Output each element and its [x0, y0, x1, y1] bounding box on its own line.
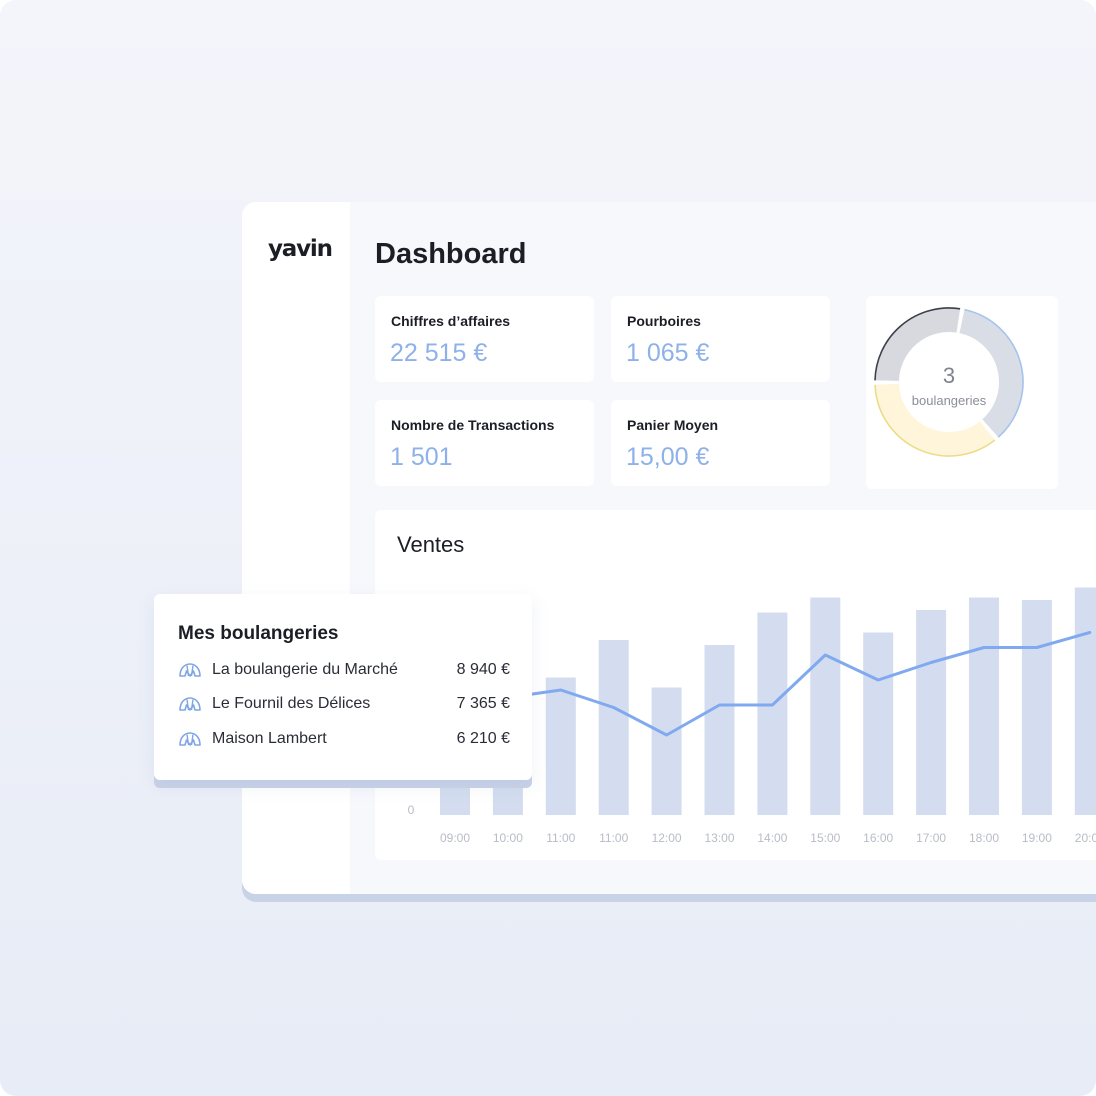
- sales-bar: [704, 645, 735, 815]
- kpi-value: 1 065 €: [626, 339, 710, 367]
- bakery-name: Le Fournil des Délices: [212, 695, 371, 712]
- sales-bar: [863, 632, 894, 815]
- yavin-logo[interactable]: yavin: [268, 236, 333, 262]
- bakeries-donut-chart: 3 boulangeries: [874, 307, 1024, 457]
- page-title: Dashboard: [375, 238, 527, 270]
- x-tick-label: 14:00: [757, 831, 787, 845]
- bakery-row[interactable]: Maison Lambert 6 210 €: [178, 729, 510, 753]
- croissant-icon: [179, 732, 201, 746]
- background: yavin Dashboard Chiffres d’affaires 22 5…: [0, 0, 1096, 1096]
- kpi-label: Chiffres d’affaires: [391, 313, 511, 329]
- x-tick-label: 10:00: [493, 831, 523, 845]
- croissant-icon: [179, 663, 201, 677]
- bakery-amount: 7 365 €: [456, 695, 510, 712]
- sales-bar: [757, 612, 788, 815]
- sales-bar: [916, 610, 947, 815]
- bakeries-donut-card[interactable]: 3 boulangeries: [866, 296, 1058, 489]
- x-tick-label: 13:00: [704, 831, 734, 845]
- kpi-value: 15,00 €: [626, 443, 710, 471]
- x-tick-label: 09:00: [440, 831, 470, 845]
- bakeries-popup-title: Mes boulangeries: [178, 623, 339, 644]
- kpi-label: Nombre de Transactions: [391, 417, 555, 433]
- sales-bar: [810, 597, 841, 815]
- y-axis-zero-label: 0: [408, 803, 415, 817]
- x-tick-label: 17:00: [916, 831, 946, 845]
- donut-segment-1: [958, 309, 1023, 438]
- bakery-amount: 8 940 €: [456, 661, 510, 678]
- kpi-card-tips[interactable]: Pourboires 1 065 €: [611, 296, 830, 382]
- sales-bar: [598, 640, 629, 815]
- bakery-row[interactable]: Le Fournil des Délices 7 365 €: [178, 694, 510, 718]
- kpi-card-average-basket[interactable]: Panier Moyen 15,00 €: [611, 400, 830, 486]
- donut-label: boulangeries: [912, 393, 987, 408]
- x-axis-ticks: 09:00 10:00 11:00 11:00 12:00 13:00 14:00 15:00…: [440, 831, 1096, 845]
- kpi-card-revenue[interactable]: Chiffres d’affaires 22 515 €: [375, 296, 594, 382]
- bakery-amount: 6 210 €: [456, 730, 510, 747]
- kpi-value: 1 501: [390, 443, 453, 471]
- x-tick-label: 11:00: [546, 831, 575, 845]
- sales-bar: [1074, 587, 1096, 815]
- kpi-label: Pourboires: [627, 313, 701, 329]
- x-tick-label: 12:00: [652, 831, 682, 845]
- sales-bar: [651, 687, 682, 815]
- x-tick-label: 20:00: [1075, 831, 1096, 845]
- sales-bar: [1021, 600, 1052, 815]
- sales-bars: [440, 587, 1096, 815]
- x-tick-label: 19:00: [1022, 831, 1052, 845]
- x-tick-label: 16:00: [863, 831, 893, 845]
- sidebar: yavin: [242, 202, 350, 894]
- kpi-label: Panier Moyen: [627, 417, 719, 433]
- sales-bar: [969, 597, 999, 815]
- croissant-icon: [179, 697, 201, 711]
- x-tick-label: 18:00: [969, 831, 999, 845]
- x-tick-label: 11:00: [599, 831, 628, 845]
- donut-count: 3: [943, 363, 955, 388]
- bakeries-popup: Mes boulangeries La boulangerie du March…: [154, 594, 532, 780]
- bakery-name: Maison Lambert: [212, 730, 327, 747]
- sales-bar: [545, 677, 576, 815]
- bakery-name: La boulangerie du Marché: [212, 661, 398, 678]
- kpi-value: 22 515 €: [390, 339, 488, 367]
- bakery-row[interactable]: La boulangerie du Marché 8 940 €: [178, 660, 510, 684]
- kpi-card-transactions[interactable]: Nombre de Transactions 1 501: [375, 400, 594, 486]
- x-tick-label: 15:00: [810, 831, 840, 845]
- app-window: yavin Dashboard Chiffres d’affaires 22 5…: [242, 202, 1096, 894]
